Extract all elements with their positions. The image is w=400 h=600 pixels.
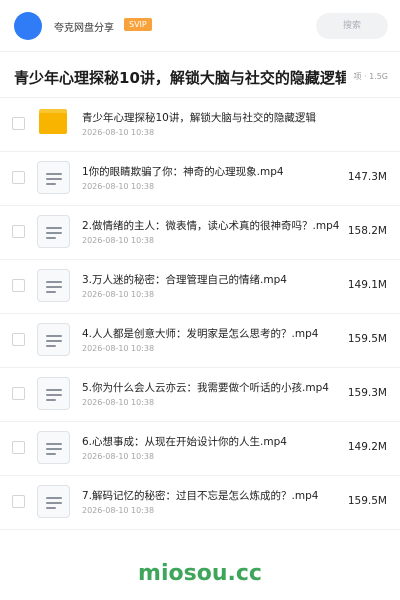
app-header: 夸克网盘分享 SVIP 搜索 [0,0,400,52]
row-checkbox[interactable] [12,279,25,292]
row-checkbox[interactable] [12,495,25,508]
file-date: 2026-08-10 10:38 [82,290,155,299]
file-row[interactable]: 6.心想事成：从现在开始设计你的人生.mp4 2026-08-10 10:38 14… [0,422,400,476]
folder-row[interactable]: 青少年心理探秘10讲，解锁大脑与社交的隐藏逻辑 2026-08-10 10:38 [0,98,400,152]
row-checkbox[interactable] [12,171,25,184]
file-size: 159.3M [347,387,387,399]
row-checkbox[interactable] [12,441,25,454]
document-icon [37,215,70,248]
file-size: 147.3M [347,171,387,183]
page-title: 青少年心理探秘10讲，解锁大脑与社交的隐藏逻辑 [14,69,346,87]
folder-icon [39,109,69,135]
file-size: 149.2M [347,441,387,453]
document-icon [37,269,70,302]
file-row[interactable]: 7.解码记忆的秘密：过目不忘是怎么炼成的？.mp4 2026-08-10 10:3… [0,476,400,530]
file-date: 2026-08-10 10:38 [82,344,155,353]
document-icon [37,485,70,518]
row-checkbox[interactable] [12,225,25,238]
file-row[interactable]: 5.你为什么会人云亦云：我需要做个听话的小孩.mp4 2026-08-10 10:… [0,368,400,422]
file-date: 2026-08-10 10:38 [82,182,155,191]
document-icon [37,161,70,194]
file-date: 2026-08-10 10:38 [82,506,155,515]
document-icon [37,377,70,410]
file-size: 159.5M [347,495,387,507]
file-size: 159.5M [347,333,387,345]
row-checkbox[interactable] [12,387,25,400]
title-bar: 青少年心理探秘10讲，解锁大脑与社交的隐藏逻辑 项 · 1.5G [0,52,400,98]
file-name: 5.你为什么会人云亦云：我需要做个听话的小孩.mp4 [82,382,329,394]
search-input[interactable]: 搜索 [316,13,388,39]
file-row[interactable]: 3.万人迷的秘密：合理管理自己的情绪.mp4 2026-08-10 10:38 14… [0,260,400,314]
file-name: 3.万人迷的秘密：合理管理自己的情绪.mp4 [82,274,287,286]
file-date: 2026-08-10 10:38 [82,398,155,407]
file-name: 2.做情绪的主人：微表情，读心术真的很神奇吗？.mp4 [82,220,340,232]
file-date: 2026-08-10 10:38 [82,128,155,137]
svip-badge: SVIP [124,18,152,31]
document-icon [37,431,70,464]
file-list: 青少年心理探秘10讲，解锁大脑与社交的隐藏逻辑 2026-08-10 10:38 1… [0,98,400,530]
file-name: 7.解码记忆的秘密：过目不忘是怎么炼成的？.mp4 [82,490,319,502]
file-size: 158.2M [347,225,387,237]
file-date: 2026-08-10 10:38 [82,236,155,245]
username: 夸克网盘分享 [54,23,114,34]
site-watermark: miosou.cc [138,561,262,586]
file-name: 4.人人都是创意大师：发明家是怎么思考的？.mp4 [82,328,319,340]
file-name: 6.心想事成：从现在开始设计你的人生.mp4 [82,436,287,448]
avatar[interactable] [14,12,42,40]
file-name: 青少年心理探秘10讲，解锁大脑与社交的隐藏逻辑 [82,112,316,124]
title-meta: 项 · 1.5G [353,72,388,81]
file-size: 149.1M [347,279,387,291]
row-checkbox[interactable] [12,117,25,130]
file-row[interactable]: 1你的眼睛欺骗了你：神奇的心理现象.mp4 2026-08-10 10:38 147… [0,152,400,206]
row-checkbox[interactable] [12,333,25,346]
file-date: 2026-08-10 10:38 [82,452,155,461]
file-row[interactable]: 4.人人都是创意大师：发明家是怎么思考的？.mp4 2026-08-10 10:3… [0,314,400,368]
file-name: 1你的眼睛欺骗了你：神奇的心理现象.mp4 [82,166,284,178]
document-icon [37,323,70,356]
file-row[interactable]: 2.做情绪的主人：微表情，读心术真的很神奇吗？.mp4 2026-08-10 10… [0,206,400,260]
